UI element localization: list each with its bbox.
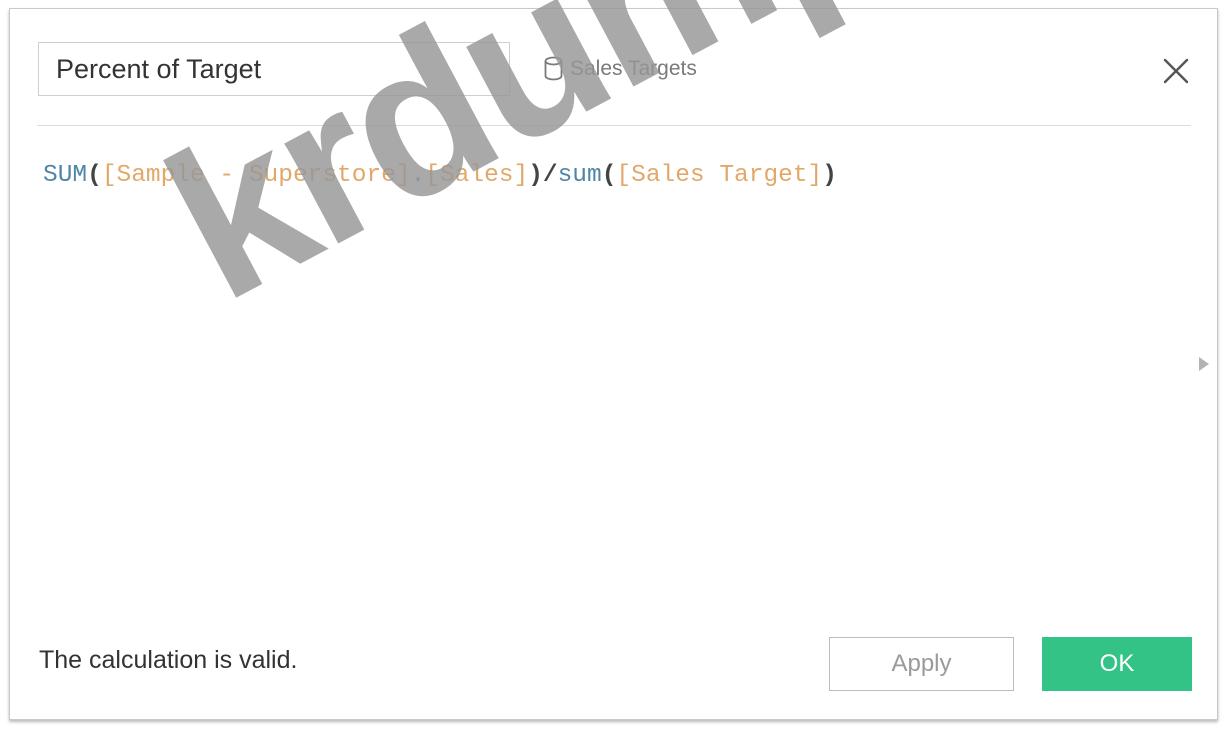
validation-status: The calculation is valid. bbox=[39, 646, 298, 674]
formula-dot: . bbox=[410, 162, 426, 189]
formula-editor[interactable]: SUM([Sample - Superstore].[Sales])/sum([… bbox=[43, 159, 1183, 459]
formula-close-paren: ) bbox=[528, 162, 543, 189]
formula-function-sum: SUM bbox=[43, 162, 88, 189]
formula-close-paren-2: ) bbox=[822, 162, 837, 189]
close-icon[interactable] bbox=[1160, 55, 1192, 87]
formula-open-paren-2: ( bbox=[601, 162, 617, 189]
apply-button[interactable]: Apply bbox=[829, 637, 1014, 691]
ok-button[interactable]: OK bbox=[1042, 637, 1192, 691]
formula-open-paren: ( bbox=[87, 162, 102, 189]
header-divider bbox=[37, 125, 1191, 126]
datasource-label: Sales Targets bbox=[543, 54, 697, 84]
formula-field-sales-target: [Sales Target] bbox=[616, 162, 823, 189]
expand-arrow-icon[interactable] bbox=[1197, 355, 1211, 373]
calculation-editor-dialog: Sales Targets SUM([Sample - Superstore].… bbox=[9, 8, 1218, 720]
formula-divide: / bbox=[542, 162, 558, 189]
database-icon bbox=[544, 56, 563, 81]
formula-function-sum-2: sum bbox=[557, 162, 602, 189]
datasource-name: Sales Targets bbox=[570, 57, 697, 80]
formula-field-sales: [Sales] bbox=[425, 162, 529, 189]
formula-field-datasource: [Sample - Superstore] bbox=[101, 162, 411, 189]
calculation-name-input[interactable] bbox=[38, 42, 510, 96]
